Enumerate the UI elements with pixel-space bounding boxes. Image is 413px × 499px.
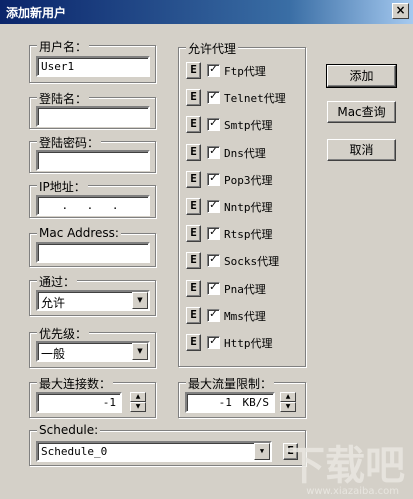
proxy-edit-button[interactable]: E xyxy=(186,334,201,351)
proxy-label: Nntp代理 xyxy=(224,201,273,214)
proxy-label: Ftp代理 xyxy=(224,65,266,78)
proxy-edit-button[interactable]: E xyxy=(186,116,201,134)
title-bar: 添加新用户 × xyxy=(0,0,413,24)
cancel-button[interactable]: 取消 xyxy=(327,139,396,161)
pass-select-value: 允许 xyxy=(41,296,66,310)
proxy-edit-button[interactable]: E xyxy=(186,62,201,79)
schedule-select-value: Schedule_0 xyxy=(41,445,108,458)
proxy-label: Http代理 xyxy=(224,337,273,350)
username-input[interactable]: User1 xyxy=(36,56,150,77)
chevron-down-icon[interactable]: ▼ xyxy=(132,343,148,360)
proxy-edit-button[interactable]: E xyxy=(186,143,201,161)
chevron-down-icon[interactable]: ▼ xyxy=(132,292,148,309)
priority-select-value: 一般 xyxy=(41,347,66,361)
pass-label: 通过： xyxy=(37,273,78,290)
proxy-edit-button[interactable]: E xyxy=(186,198,201,215)
login-name-label: 登陆名： xyxy=(37,90,90,107)
max-traffic-spinner[interactable]: ▲ ▼ xyxy=(280,392,296,413)
proxy-edit-button[interactable]: E xyxy=(186,279,201,297)
proxy-checkbox[interactable]: ✓ xyxy=(207,145,220,159)
ip-address-input[interactable]: . . . xyxy=(36,195,150,216)
pass-select[interactable]: 允许 ▼ xyxy=(36,290,150,311)
proxy-edit-button[interactable]: E xyxy=(186,306,201,324)
max-connections-label: 最大连接数： xyxy=(37,375,114,392)
priority-label: 优先级： xyxy=(37,325,90,342)
max-connections-input[interactable]: -1 xyxy=(36,392,122,413)
mac-address-input[interactable] xyxy=(36,242,150,263)
priority-select[interactable]: 一般 ▼ xyxy=(36,341,150,362)
spin-down-icon[interactable]: ▼ xyxy=(280,402,296,412)
dialog-body: 用户名： User1 登陆名： 登陆密码： IP地址： . . . Mac Ad… xyxy=(0,24,413,499)
proxy-label: Socks代理 xyxy=(224,255,280,269)
proxy-label: Pna代理 xyxy=(224,282,266,296)
proxy-label: Pop3代理 xyxy=(224,173,273,187)
mac-address-label: Mac Address: xyxy=(37,226,121,240)
proxy-label: Mms代理 xyxy=(224,309,266,323)
proxy-checkbox[interactable]: ✓ xyxy=(207,200,220,213)
max-connections-spinner[interactable]: ▲ ▼ xyxy=(130,392,146,413)
proxy-label: Rtsp代理 xyxy=(224,228,273,242)
max-traffic-input[interactable]: -1 KB/S xyxy=(185,392,275,413)
max-traffic-value: -1 xyxy=(218,396,232,409)
proxy-checkbox[interactable]: ✓ xyxy=(207,227,220,241)
allow-proxy-label: 允许代理 xyxy=(186,40,239,57)
add-button[interactable]: 添加 xyxy=(326,64,397,88)
window-title: 添加新用户 xyxy=(6,6,67,20)
proxy-label: Dns代理 xyxy=(224,146,266,160)
max-traffic-label: 最大流量限制： xyxy=(186,375,275,392)
proxy-checkbox[interactable]: ✓ xyxy=(207,64,220,77)
proxy-checkbox[interactable]: ✓ xyxy=(207,172,220,186)
ip-address-label: IP地址： xyxy=(37,178,88,195)
proxy-edit-button[interactable]: E xyxy=(186,170,201,188)
chevron-down-icon[interactable]: ▼ xyxy=(254,443,270,460)
proxy-checkbox[interactable]: ✓ xyxy=(207,254,220,268)
proxy-edit-button[interactable]: E xyxy=(186,89,201,107)
schedule-label: Schedule: xyxy=(37,423,101,437)
proxy-edit-button[interactable]: E xyxy=(186,225,201,243)
login-name-input[interactable] xyxy=(36,106,150,127)
username-label: 用户名： xyxy=(37,38,90,55)
spin-up-icon[interactable]: ▲ xyxy=(280,392,296,402)
proxy-checkbox[interactable]: ✓ xyxy=(207,91,220,105)
mac-query-button[interactable]: Mac查询 xyxy=(327,101,396,123)
proxy-edit-button[interactable]: E xyxy=(186,252,201,270)
proxy-checkbox[interactable]: ✓ xyxy=(207,281,220,295)
proxy-label: Smtp代理 xyxy=(224,119,273,133)
spin-down-icon[interactable]: ▼ xyxy=(130,402,146,412)
spin-up-icon[interactable]: ▲ xyxy=(130,392,146,402)
login-password-input[interactable] xyxy=(36,150,150,171)
watermark-logo: 下载吧 xyxy=(285,443,405,489)
proxy-checkbox[interactable]: ✓ xyxy=(207,336,220,349)
schedule-select[interactable]: Schedule_0 ▼ xyxy=(36,441,272,462)
watermark-url: www.xiazaiba.com xyxy=(306,486,399,497)
max-traffic-unit: KB/S xyxy=(242,396,270,409)
login-password-label: 登陆密码： xyxy=(37,134,102,151)
proxy-checkbox[interactable]: ✓ xyxy=(207,118,220,132)
close-button[interactable]: × xyxy=(392,3,409,19)
proxy-checkbox[interactable]: ✓ xyxy=(207,308,220,322)
proxy-label: Telnet代理 xyxy=(224,92,286,106)
